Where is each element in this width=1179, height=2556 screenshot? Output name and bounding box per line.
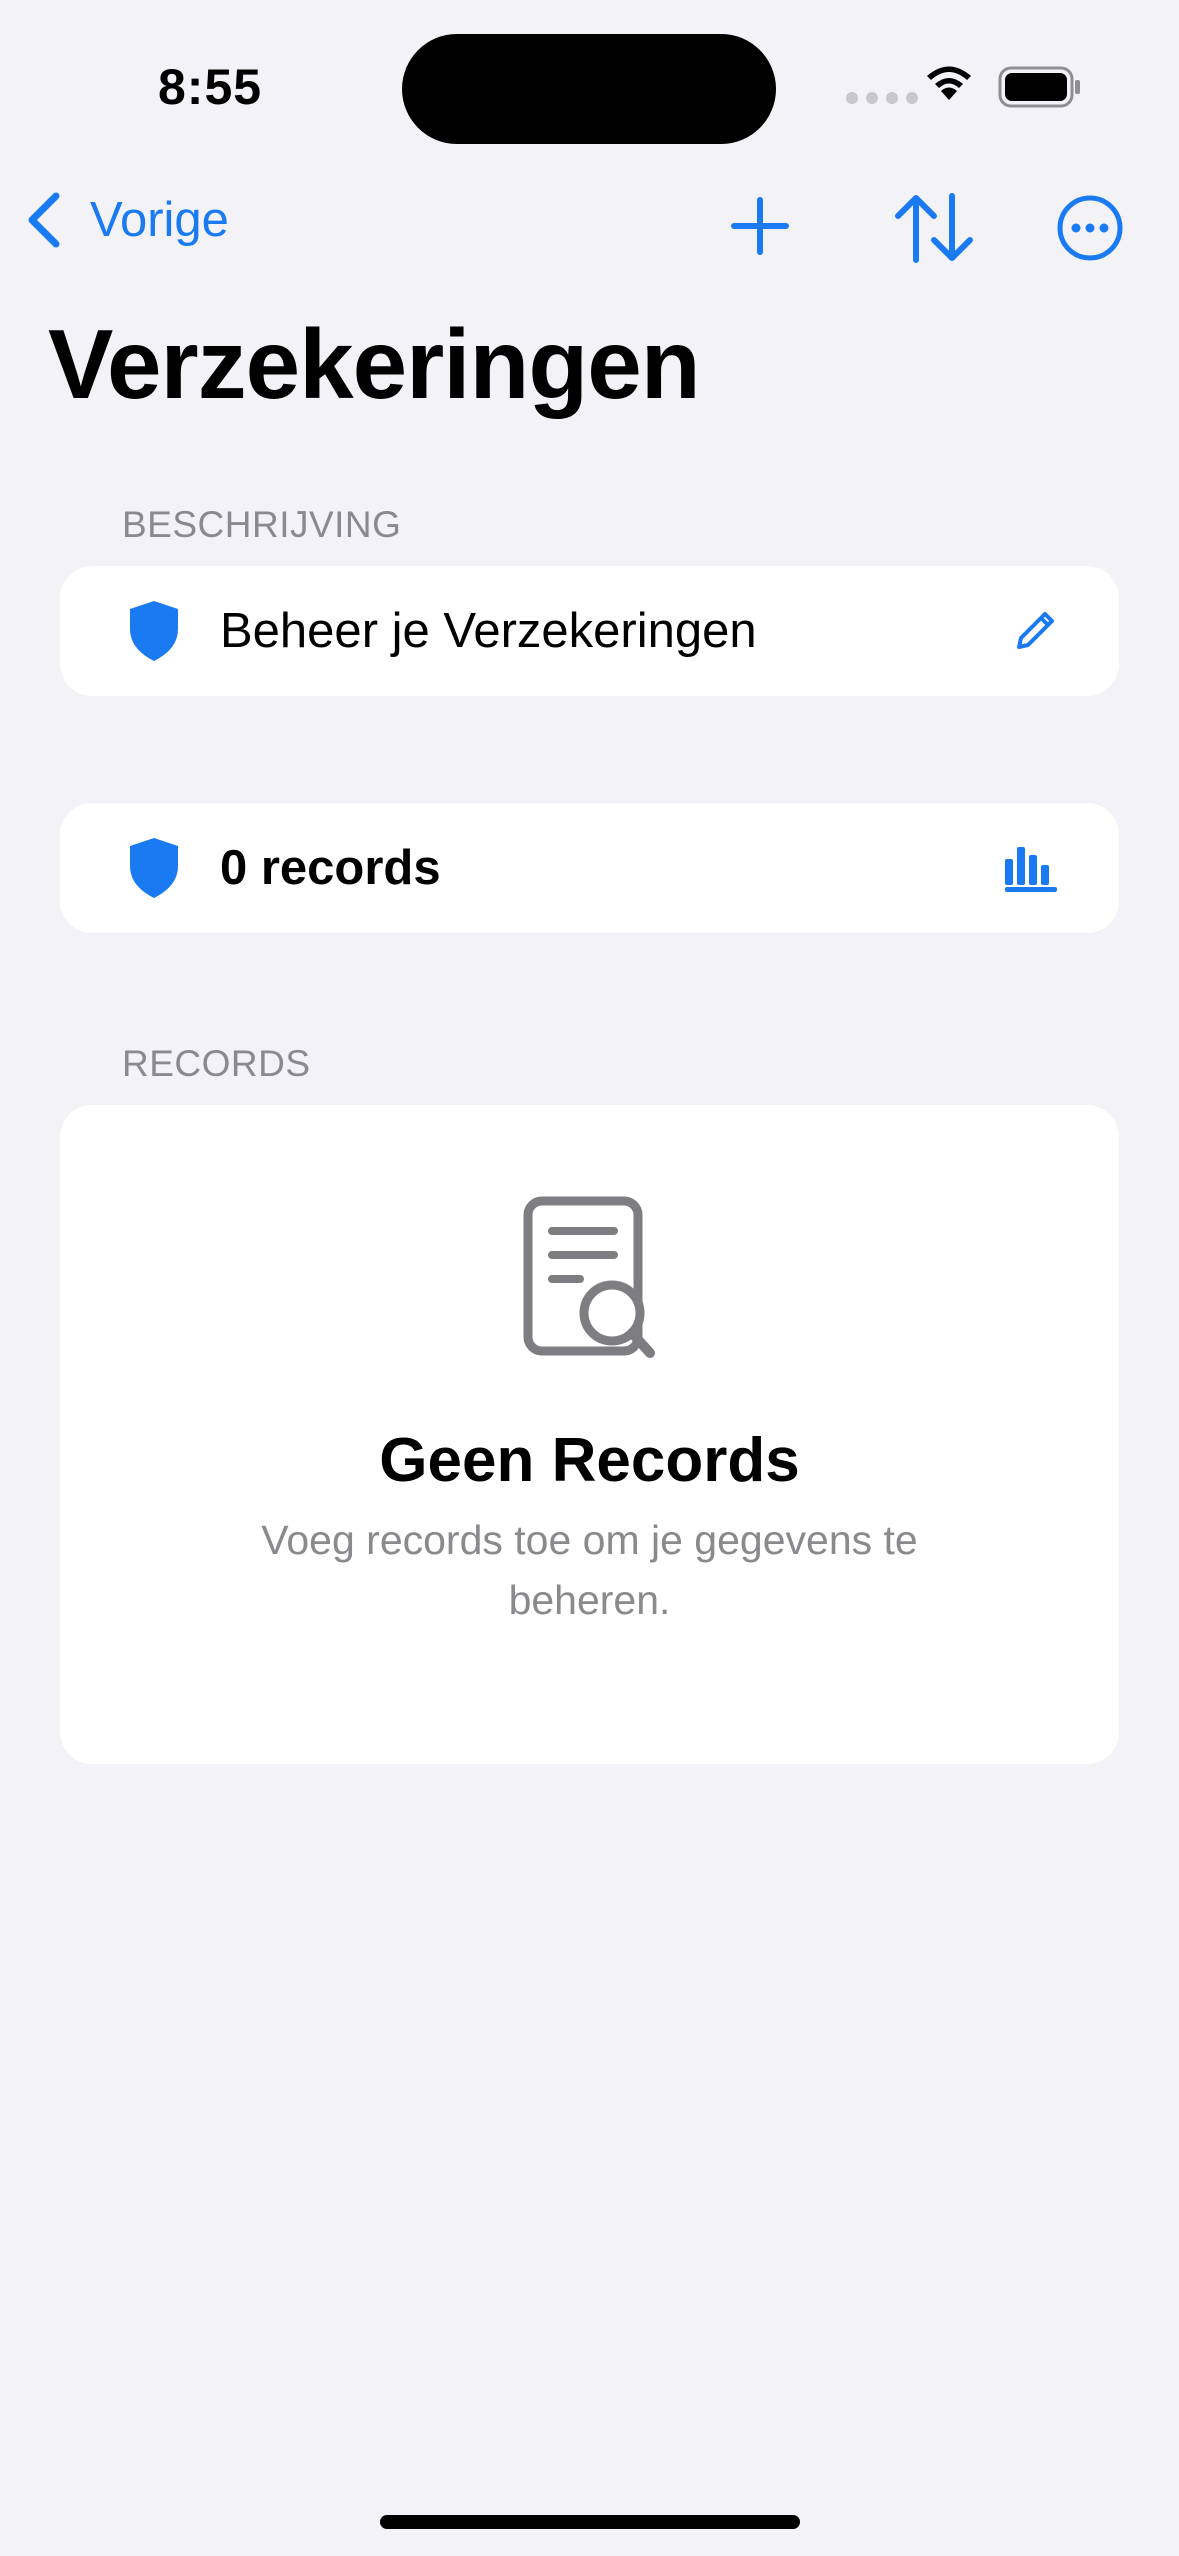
home-indicator[interactable]: [380, 2515, 800, 2529]
records-section-header: RECORDS: [122, 1043, 311, 1084]
empty-state-title: Geen Records: [379, 1426, 800, 1495]
records-count-card[interactable]: 0 records: [60, 803, 1119, 933]
records-empty-state: Geen Records Voeg records toe om je gege…: [60, 1105, 1119, 1764]
description-section-header: BESCHRIJVING: [122, 504, 402, 545]
document-search-icon: [60, 1195, 1119, 1365]
back-button[interactable]: Vorige: [24, 190, 229, 250]
plus-icon: [731, 197, 789, 255]
back-label: Vorige: [90, 193, 229, 247]
status-time: 8:55: [158, 59, 263, 115]
shield-icon: [130, 601, 178, 661]
sort-button[interactable]: [892, 190, 976, 266]
description-card: Beheer je Verzekeringen: [60, 566, 1119, 696]
ellipsis-circle-icon: [1057, 195, 1123, 261]
dynamic-island: [402, 34, 776, 144]
cellular-signal-icon: [846, 92, 918, 104]
page-title: Verzekeringen: [48, 309, 701, 419]
empty-state-text: Voeg records toe om je gegevens te beher…: [261, 1517, 918, 1623]
bar-chart-icon[interactable]: [1003, 843, 1059, 893]
shield-icon: [130, 838, 178, 898]
pencil-icon[interactable]: [1011, 607, 1059, 655]
battery-icon: [998, 66, 1082, 113]
sort-arrows-icon: [895, 193, 973, 263]
more-button[interactable]: [1056, 194, 1124, 262]
wifi-icon: [922, 62, 976, 107]
add-button[interactable]: [728, 194, 792, 258]
records-count-label: 0 records: [220, 841, 441, 895]
description-text: Beheer je Verzekeringen: [220, 604, 757, 658]
chevron-left-icon: [28, 192, 60, 248]
